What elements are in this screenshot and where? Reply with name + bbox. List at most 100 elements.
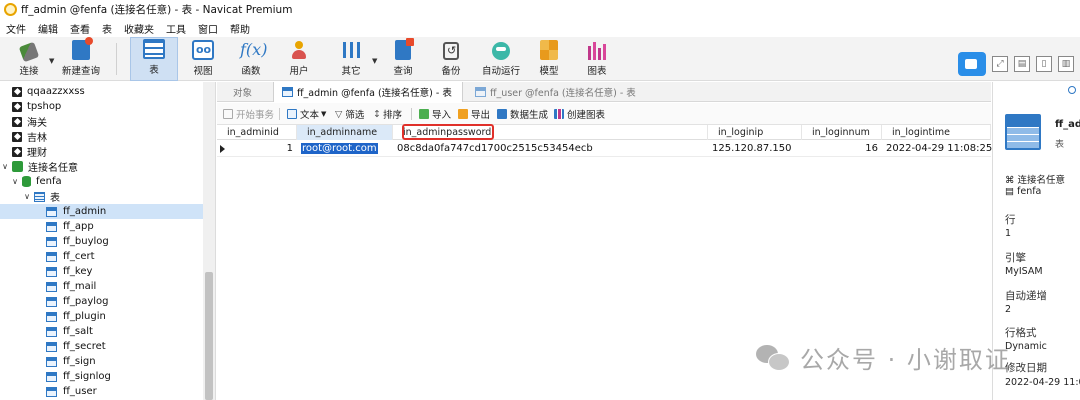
tree-table-item[interactable]: ff_user bbox=[46, 384, 97, 399]
table-icon bbox=[46, 266, 57, 277]
nav-scrollbar-thumb[interactable] bbox=[205, 272, 213, 400]
menu-help[interactable]: 帮助 bbox=[226, 21, 258, 36]
begin-transaction-button[interactable]: 开始事务 bbox=[223, 106, 274, 122]
info-engine-value: MyISAM bbox=[1005, 266, 1043, 277]
table-row[interactable]: 1 root@root.com 08c8da0fa747cd1700c2515c… bbox=[217, 141, 992, 157]
chevron-down-icon[interactable]: ∨ bbox=[0, 162, 10, 171]
function-button[interactable]: f(x) 函数 bbox=[232, 37, 270, 81]
other-dropdown-icon[interactable]: ▼ bbox=[372, 57, 377, 65]
tree-table-item[interactable]: ff_app bbox=[46, 219, 94, 234]
automation-button[interactable]: 自动运行 bbox=[478, 37, 524, 81]
grid-header: in_adminid in_adminname in_adminpassword… bbox=[217, 124, 991, 140]
user-button[interactable]: 用户 bbox=[280, 37, 318, 81]
data-toolbar: 开始事务 文本 ▼ ▽ 筛选 ↕ 排序 导入 导出 数据生成 创建图表 bbox=[217, 103, 991, 125]
menu-file[interactable]: 文件 bbox=[2, 21, 34, 36]
backup-button[interactable]: 备份 bbox=[432, 37, 470, 81]
filter-button[interactable]: ▽ 筛选 bbox=[335, 106, 364, 122]
expand-icon[interactable]: ⤢ bbox=[992, 56, 1008, 72]
plug-icon bbox=[18, 41, 40, 63]
cell-adminid[interactable]: 1 bbox=[217, 141, 297, 157]
tree-database-item[interactable]: 理财 bbox=[12, 144, 47, 159]
tree-table-item[interactable]: ff_admin bbox=[0, 204, 204, 219]
database-icon bbox=[12, 101, 22, 112]
tree-database-item[interactable]: qqaazzxxss bbox=[12, 84, 85, 99]
model-button[interactable]: 模型 bbox=[530, 37, 568, 81]
robot-icon bbox=[492, 42, 510, 60]
column-header[interactable]: in_loginnum bbox=[802, 125, 882, 140]
tree-item-label: ff_plugin bbox=[63, 311, 106, 322]
chevron-down-icon[interactable]: ∨ bbox=[10, 177, 20, 186]
column-header[interactable]: in_logintime bbox=[882, 125, 991, 140]
database-icon bbox=[22, 176, 31, 187]
tree-table-item[interactable]: ff_paylog bbox=[46, 294, 109, 309]
menu-edit[interactable]: 编辑 bbox=[34, 21, 66, 36]
tree-table-item[interactable]: ff_salt bbox=[46, 324, 93, 339]
sort-button[interactable]: ↕ 排序 bbox=[373, 106, 402, 122]
cell-loginnum[interactable]: 16 bbox=[802, 141, 882, 157]
tree-item-label: ff_admin bbox=[63, 206, 107, 217]
tree-tables-node[interactable]: ∨ 表 bbox=[22, 189, 60, 204]
tree-item-label: ff_buylog bbox=[63, 236, 109, 247]
toolbar-divider bbox=[116, 43, 117, 75]
tree-table-item[interactable]: ff_cert bbox=[46, 249, 95, 264]
connect-button[interactable]: 连接 bbox=[10, 37, 48, 81]
connect-dropdown-icon[interactable]: ▼ bbox=[49, 57, 54, 65]
table-icon bbox=[46, 326, 57, 337]
menu-tools[interactable]: 工具 bbox=[162, 21, 194, 36]
navigation-tree: qqaazzxxss tpshop 海关 吉林 理财 ∨ 连接名任意 ∨ fen… bbox=[0, 82, 216, 400]
cell-adminname[interactable]: root@root.com bbox=[297, 141, 393, 157]
menu-favorites[interactable]: 收藏夹 bbox=[120, 21, 162, 36]
tree-table-item[interactable]: ff_key bbox=[46, 264, 92, 279]
sidebar-toggle-icon[interactable]: ▥ bbox=[1058, 56, 1074, 72]
tree-table-item[interactable]: ff_plugin bbox=[46, 309, 106, 324]
menu-table[interactable]: 表 bbox=[98, 21, 120, 36]
navicat-logo-icon bbox=[4, 3, 17, 16]
query-button[interactable]: 查询 bbox=[384, 37, 422, 81]
tree-item-label: tpshop bbox=[27, 101, 62, 112]
column-header[interactable]: in_adminid bbox=[217, 125, 297, 140]
tree-database-item[interactable]: tpshop bbox=[12, 99, 61, 114]
export-button[interactable]: 导出 bbox=[458, 106, 490, 122]
camera-icon[interactable] bbox=[958, 52, 986, 76]
tab-label: 对象 bbox=[233, 88, 253, 99]
chart-button[interactable]: 图表 bbox=[578, 37, 616, 81]
column-header[interactable]: in_loginip bbox=[708, 125, 802, 140]
table-icon bbox=[475, 87, 486, 97]
create-chart-button[interactable]: 创建图表 bbox=[554, 106, 605, 122]
table-large-icon bbox=[1005, 114, 1041, 150]
text-button[interactable]: 文本 ▼ bbox=[287, 106, 326, 122]
tab-ff-user[interactable]: ff_user @fenfa (连接名任意) - 表 bbox=[467, 82, 644, 102]
cell-adminpassword[interactable]: 08c8da0fa747cd1700c2515c53454ecb bbox=[393, 141, 708, 157]
tree-table-item[interactable]: ff_mail bbox=[46, 279, 96, 294]
panel-toggle-icon[interactable]: ▤ bbox=[1014, 56, 1030, 72]
info-icon[interactable] bbox=[1068, 86, 1076, 94]
tab-objects[interactable]: 对象 bbox=[225, 82, 260, 102]
tree-item-label: 吉林 bbox=[27, 133, 47, 144]
tree-database-fenfa[interactable]: ∨ fenfa bbox=[10, 174, 62, 189]
cell-loginip[interactable]: 125.120.87.150 bbox=[708, 141, 802, 157]
tree-table-item[interactable]: ff_buylog bbox=[46, 234, 109, 249]
menu-window[interactable]: 窗口 bbox=[194, 21, 226, 36]
tree-database-item[interactable]: 海关 bbox=[12, 114, 47, 129]
tree-connection-item[interactable]: ∨ 连接名任意 bbox=[0, 159, 78, 174]
menu-view[interactable]: 查看 bbox=[66, 21, 98, 36]
other-button[interactable]: 其它 bbox=[332, 37, 370, 81]
chevron-down-icon[interactable]: ∨ bbox=[22, 192, 32, 201]
tab-ff-admin[interactable]: ff_admin @fenfa (连接名任意) - 表 bbox=[273, 82, 463, 102]
import-button[interactable]: 导入 bbox=[419, 106, 451, 122]
tree-database-item[interactable]: 吉林 bbox=[12, 129, 47, 144]
tree-table-item[interactable]: ff_secret bbox=[46, 339, 106, 354]
tree-table-item[interactable]: ff_signlog bbox=[46, 369, 111, 384]
nav-scrollbar[interactable] bbox=[203, 82, 215, 400]
new-query-button[interactable]: 新建查询 bbox=[58, 37, 104, 81]
selected-cell-text: root@root.com bbox=[301, 143, 378, 154]
data-generation-button[interactable]: 数据生成 bbox=[497, 106, 548, 122]
table-button[interactable]: 表 bbox=[130, 37, 178, 81]
model-icon bbox=[540, 40, 558, 60]
column-header[interactable]: in_adminname bbox=[297, 125, 393, 140]
bookmark-icon[interactable]: ▯ bbox=[1036, 56, 1052, 72]
table-icon bbox=[46, 341, 57, 352]
cell-logintime[interactable]: 2022-04-29 11:08:25 bbox=[882, 141, 992, 157]
view-button[interactable]: 视图 bbox=[184, 37, 222, 81]
tree-table-item[interactable]: ff_sign bbox=[46, 354, 96, 369]
